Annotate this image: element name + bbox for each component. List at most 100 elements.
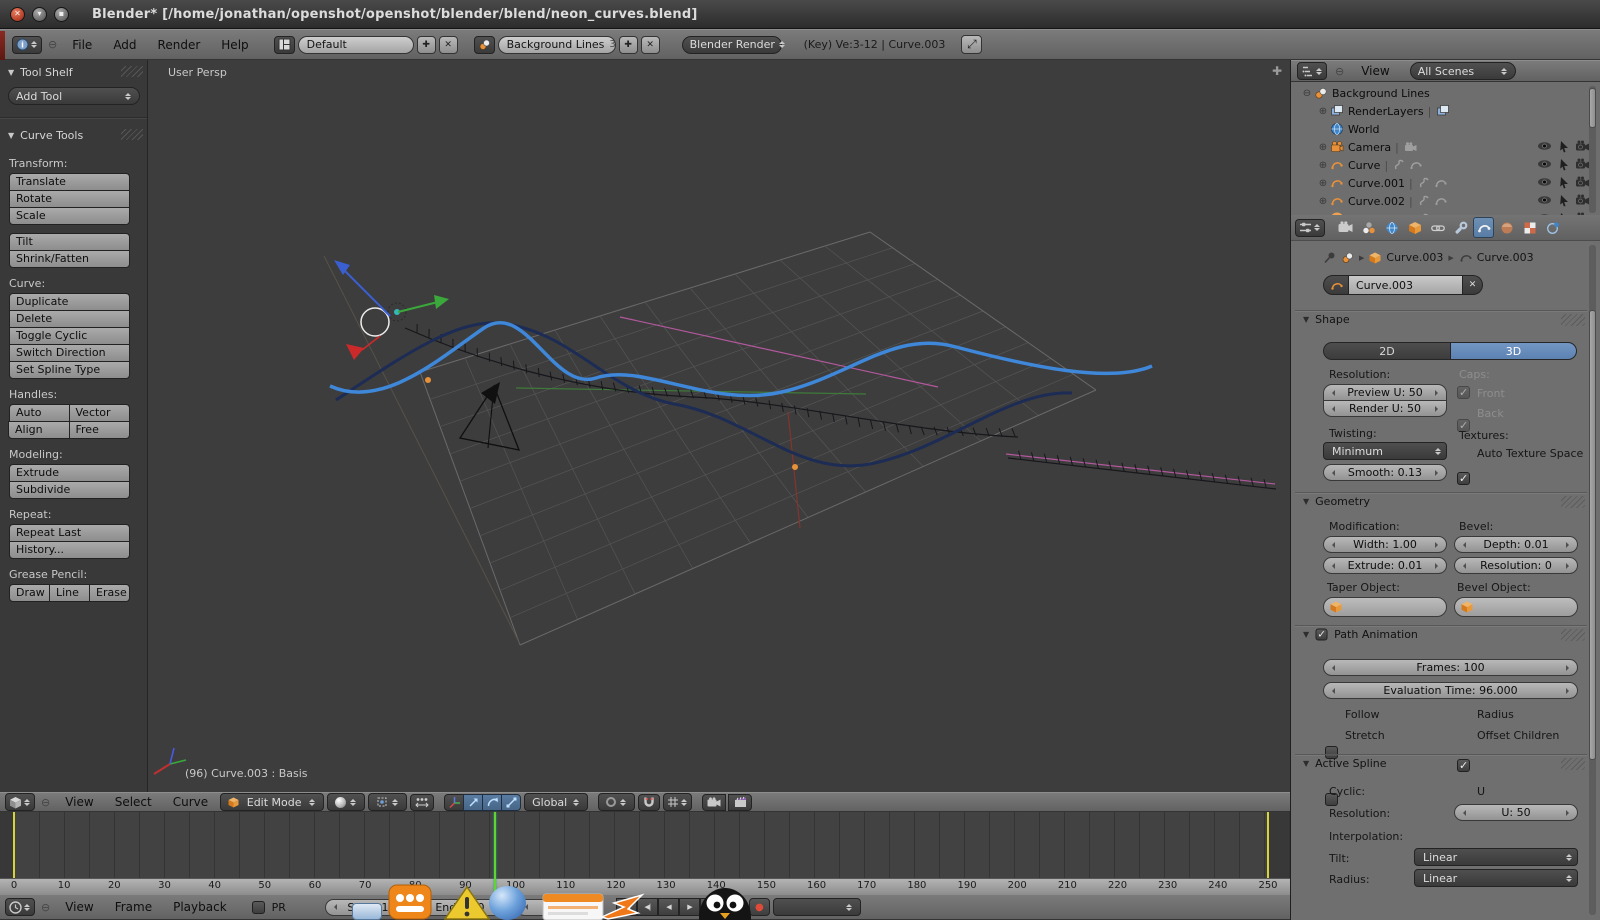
snap-element-dropdown[interactable] <box>663 793 692 811</box>
manipulator-y-axis-arrow[interactable] <box>398 302 438 312</box>
tab-physics-icon[interactable] <box>1542 217 1563 238</box>
render-engine-dropdown[interactable]: Blender Render <box>682 36 782 54</box>
toolshelf-button-tilt[interactable]: Tilt <box>9 233 130 251</box>
caps-front-checkbox[interactable] <box>1457 386 1470 399</box>
auto-texture-space-checkbox[interactable] <box>1457 472 1470 485</box>
screen-layout-add-button[interactable]: ✚ <box>417 36 436 54</box>
toolshelf-button-duplicate[interactable]: Duplicate <box>9 293 130 311</box>
scene-browse-button[interactable] <box>474 36 495 54</box>
render-animation-clapper-icon[interactable] <box>728 794 752 811</box>
breadcrumb-object-name[interactable]: Curve.003 <box>1386 251 1443 264</box>
expand-plus-icon[interactable]: ⊕ <box>1317 178 1329 189</box>
render-u-slider[interactable]: Render U: 50 <box>1323 400 1447 417</box>
dock-globe-icon[interactable] <box>489 886 526 920</box>
tab-material-icon[interactable] <box>1496 217 1517 238</box>
record-button[interactable]: ● <box>749 898 770 916</box>
screen-layout-delete-button[interactable]: ✕ <box>439 36 458 54</box>
restrict-view-eye-icon[interactable] <box>1535 158 1553 170</box>
outliner-scrollbar-thumb[interactable] <box>1589 88 1596 128</box>
keying-set-dropdown[interactable] <box>773 898 861 916</box>
expand-minus-icon[interactable]: ⊖ <box>1301 88 1313 99</box>
viewport-menu-select[interactable]: Select <box>106 795 161 809</box>
bevel-depth-slider[interactable]: Depth: 0.01 <box>1454 536 1578 553</box>
expand-plus-icon[interactable]: ⊕ <box>1317 160 1329 171</box>
render-opengl-icon[interactable] <box>702 794 726 811</box>
toolshelf-button-scale[interactable]: Scale <box>9 207 130 225</box>
toolshelf-button-shrink-fatten[interactable]: Shrink/Fatten <box>9 250 130 268</box>
expand-plus-icon[interactable]: ⊕ <box>1317 106 1329 117</box>
toolshelf-button-free[interactable]: Free <box>69 421 131 439</box>
dock-cursor-arrow-icon[interactable] <box>598 893 646 920</box>
snap-magnet-icon[interactable] <box>638 794 660 811</box>
toolshelf-button-vector[interactable]: Vector <box>69 404 131 422</box>
editor-type-3dview-button[interactable] <box>5 793 35 811</box>
shape-3d-button[interactable]: 3D <box>1450 342 1577 360</box>
expand-plus-icon[interactable]: ⊕ <box>1317 142 1329 153</box>
outliner-scrollbar[interactable] <box>1589 86 1596 213</box>
add-panel-icon[interactable]: ✚ <box>1272 64 1282 78</box>
viewport-menu-view[interactable]: View <box>56 795 102 809</box>
spline-resolution-u-slider[interactable]: U: 50 <box>1454 804 1578 821</box>
toolshelf-button-draw[interactable]: Draw <box>9 584 50 602</box>
scene-name-field[interactable]: Background Lines 3 <box>498 36 616 54</box>
panel-drag-stripes[interactable] <box>1561 629 1585 641</box>
toolshelf-button-repeat-last[interactable]: Repeat Last <box>9 524 130 542</box>
timeline-playhead[interactable] <box>494 812 496 894</box>
tilt-interpolation-dropdown[interactable]: Linear <box>1414 848 1578 866</box>
toolshelf-button-translate[interactable]: Translate <box>9 173 130 191</box>
tool-shelf-panel-header[interactable]: ▼ Tool Shelf <box>0 60 147 85</box>
extrude-slider[interactable]: Extrude: 0.01 <box>1323 557 1447 574</box>
toolshelf-button-set-spline-type[interactable]: Set Spline Type <box>9 361 130 379</box>
twist-smooth-slider[interactable]: Smooth: 0.13 <box>1323 464 1447 481</box>
scene-breadcrumb-icon[interactable] <box>1341 251 1354 264</box>
maximize-area-icon[interactable]: ⤢ <box>961 35 982 54</box>
panel-drag-stripes[interactable] <box>1561 758 1585 770</box>
active-spline-panel-header[interactable]: ▼Active Spline <box>1295 754 1587 772</box>
pivot-point-dropdown[interactable] <box>368 793 407 811</box>
toolshelf-button-rotate[interactable]: Rotate <box>9 190 130 208</box>
outliner-row-camera[interactable]: ⊕Camera| <box>1291 138 1587 156</box>
outliner-row-curve-001[interactable]: ⊕Curve.001| <box>1291 174 1587 192</box>
toolshelf-button-subdivide[interactable]: Subdivide <box>9 481 130 499</box>
manipulator-scale-icon[interactable] <box>501 794 521 811</box>
breadcrumb-data-name[interactable]: Curve.003 <box>1477 251 1534 264</box>
width-slider[interactable]: Width: 1.00 <box>1323 536 1447 553</box>
transform-orientation-dropdown[interactable]: Global <box>524 793 588 811</box>
editor-type-info-button[interactable]: i <box>12 36 42 54</box>
outliner-row-curve-002[interactable]: ⊕Curve.002| <box>1291 192 1587 210</box>
twisting-dropdown[interactable]: Minimum <box>1323 442 1447 460</box>
tab-modifiers-icon[interactable] <box>1450 217 1471 238</box>
outliner-row-world[interactable]: World <box>1291 120 1587 138</box>
manipulator-rotate-icon[interactable] <box>482 794 502 811</box>
play-reverse-button[interactable]: ◀ <box>658 898 679 916</box>
evaluation-time-slider[interactable]: Evaluation Time: 96.000 <box>1323 682 1578 699</box>
curve-bright-blue[interactable] <box>330 323 1152 396</box>
tab-texture-icon[interactable] <box>1519 217 1540 238</box>
screen-layout-field[interactable]: Default <box>298 36 414 54</box>
dock-penguin-icon[interactable] <box>698 887 752 920</box>
add-tool-dropdown[interactable]: Add Tool <box>8 87 140 105</box>
radius-interpolation-dropdown[interactable]: Linear <box>1414 869 1578 887</box>
menu-help[interactable]: Help <box>212 38 257 52</box>
timeline-menu-frame[interactable]: Frame <box>106 900 161 914</box>
window-maximize-icon[interactable]: ▪ <box>54 7 69 22</box>
dock-warning-icon[interactable] <box>444 886 490 920</box>
tab-render-icon[interactable] <box>1335 217 1356 238</box>
panel-drag-stripes[interactable] <box>1561 314 1585 326</box>
preview-u-slider[interactable]: Preview U: 50 <box>1323 384 1447 401</box>
play-button[interactable]: ▶ <box>679 898 700 916</box>
manipulator-translate-icon[interactable] <box>463 794 483 811</box>
toolshelf-button-line[interactable]: Line <box>49 584 90 602</box>
toolshelf-button-auto[interactable]: Auto <box>9 404 70 422</box>
panel-drag-stripes[interactable] <box>121 66 143 77</box>
viewport-3d[interactable]: User Persp (96) Curve.003 : Basis ✚ <box>148 60 1290 792</box>
outliner-row-curve[interactable]: ⊕Curve| <box>1291 156 1587 174</box>
shape-panel-header[interactable]: ▼Shape <box>1295 310 1587 328</box>
editor-type-outliner-button[interactable] <box>1297 62 1327 80</box>
header-collapse-icon[interactable]: ⊖ <box>1332 65 1347 78</box>
shape-2d-button[interactable]: 2D <box>1323 342 1451 360</box>
path-frames-slider[interactable]: Frames: 100 <box>1323 659 1578 676</box>
outliner-row-background-lines[interactable]: ⊖Background Lines <box>1291 84 1587 102</box>
toolshelf-button-delete[interactable]: Delete <box>9 310 130 328</box>
restrict-view-eye-icon[interactable] <box>1535 194 1553 206</box>
